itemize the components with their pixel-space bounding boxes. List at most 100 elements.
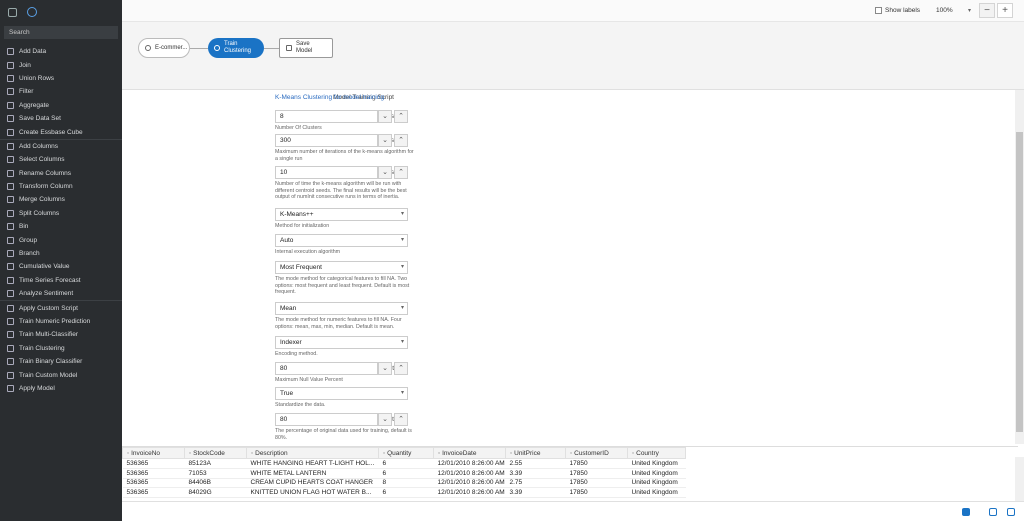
table-row[interactable]: 536365 85123A WHITE HANGING HEART T-LIGHT … (122, 458, 686, 469)
sidebar-item-union-rows[interactable]: Union Rows (0, 72, 122, 85)
field-value: 300 (280, 137, 291, 144)
table-cell: 84029G (184, 487, 247, 499)
dataflow-icon[interactable] (27, 7, 37, 17)
form-scrollbar[interactable] (1015, 90, 1024, 444)
increment-button[interactable]: ⌃ (394, 134, 408, 147)
sidebar-item-train-clustering[interactable]: Train Clustering (0, 342, 122, 355)
table-row[interactable]: 536365 71053 WHITE METAL LANTERN 6 12/01/201… (122, 468, 686, 479)
add-data-icon (7, 48, 14, 56)
sidebar-item-analyze-sentiment[interactable]: Analyze Sentiment (0, 287, 122, 300)
sidebar-item-time-series-forecast[interactable]: Time Series Forecast (0, 274, 122, 287)
table-cell: 12/01/2010 8:26:00 AM (433, 468, 506, 479)
increment-button[interactable]: ⌃ (394, 413, 408, 426)
dataflow-canvas[interactable]: E-commer... Train Clustering Save Model (122, 22, 1024, 90)
show-labels-checkbox[interactable] (875, 6, 882, 14)
script-icon (7, 304, 14, 312)
field-help-text: The percentage of original data used for… (275, 428, 412, 441)
table-cell: CREAM CUPID HEARTS COAT HANGER (246, 478, 379, 489)
flow-node-train-clustering[interactable]: Train Clustering (208, 38, 264, 58)
increment-button[interactable]: ⌃ (394, 110, 408, 123)
zoom-out-button[interactable]: − (979, 3, 995, 18)
categorical-column-imputation-select[interactable]: Most Frequent ▾ (275, 261, 408, 274)
sidebar-item-train-custom-model[interactable]: Train Custom Model (0, 368, 122, 381)
zoom-in-button[interactable]: + (997, 3, 1013, 18)
sidebar-item-save-data-set[interactable]: Save Data Set (0, 112, 122, 125)
table-view-icon[interactable] (1007, 508, 1015, 516)
decrement-button[interactable]: ⌄ (378, 413, 392, 426)
table-row[interactable]: 536365 84406B CREAM CUPID HEARTS COAT HANG… (122, 478, 686, 489)
show-labels-toggle[interactable]: Show labels (875, 5, 920, 17)
sidebar-item-add-columns[interactable]: Add Columns (0, 140, 122, 153)
standardization-select[interactable]: True ▾ (275, 387, 408, 400)
field-help-text: Maximum Null Value Percent (275, 377, 343, 383)
sidebar-item-aggregate[interactable]: Aggregate (0, 99, 122, 112)
sidebar-item-join[interactable]: Join (0, 58, 122, 71)
sidebar-item-create-essbase-cube[interactable]: Create Essbase Cube (0, 125, 122, 138)
branch-icon (7, 250, 14, 258)
sidebar-item-label: Time Series Forecast (19, 276, 81, 284)
column-header-country[interactable]: ▫ Country (627, 447, 686, 459)
sidebar-item-train-binary-classifier[interactable]: Train Binary Classifier (0, 355, 122, 368)
grid-scrollbar[interactable] (1015, 457, 1024, 501)
categorical-encoding-method-select[interactable]: Indexer ▾ (275, 336, 408, 349)
decrement-button[interactable]: ⌄ (378, 166, 392, 179)
apply-model-icon (7, 384, 14, 392)
column-header-invoicedate[interactable]: ▫ InvoiceDate (433, 447, 506, 459)
number-of-initiation-runs-input[interactable]: 10 (275, 166, 378, 179)
train-partition-percent-input[interactable]: 80 (275, 413, 378, 426)
sidebar-item-select-columns[interactable]: Select Columns (0, 153, 122, 166)
sidebar-item-add-data[interactable]: Add Data (0, 45, 122, 58)
maximum-null-value-percent-input[interactable]: 80 (275, 362, 378, 375)
table-cell: United Kingdom (627, 458, 686, 469)
column-header-unitprice[interactable]: ▫ UnitPrice (505, 447, 566, 459)
script-link[interactable]: K-Means Clustering for model training (275, 94, 384, 101)
flow-node-save-model[interactable]: Save Model (279, 38, 333, 58)
sidebar-item-apply-model[interactable]: Apply Model (0, 382, 122, 395)
field-help-text: Standardize the data. (275, 402, 326, 408)
sidebar-item-label: Bin (19, 223, 29, 231)
field-help-text: Internal execution algorithm (275, 249, 341, 255)
zoom-level[interactable]: 100% (936, 5, 953, 17)
sidebar-item-filter[interactable]: Filter (0, 85, 122, 98)
number-of-iterations-input[interactable]: 300 (275, 134, 378, 147)
sidebar-item-merge-columns[interactable]: Merge Columns (0, 193, 122, 206)
sidebar-item-rename-columns[interactable]: Rename Columns (0, 167, 122, 180)
sidebar-item-label: Train Multi-Classifier (19, 331, 78, 339)
sidebar-item-bin[interactable]: Bin (0, 220, 122, 233)
sidebar-item-cumulative-value[interactable]: Cumulative Value (0, 260, 122, 273)
number-of-clusters-input[interactable]: 8 (275, 110, 378, 123)
grid-view-icon[interactable] (989, 508, 997, 516)
sidebar-item-train-numeric-prediction[interactable]: Train Numeric Prediction (0, 315, 122, 328)
sidebar: Search Add Data Join Union Rows Filter Aggre… (0, 0, 122, 521)
sidebar-item-apply-custom-script[interactable]: Apply Custom Script (0, 301, 122, 314)
zoom-dropdown-icon[interactable]: ▾ (968, 5, 971, 17)
scrollbar-thumb[interactable] (1016, 132, 1023, 432)
column-header-stockcode[interactable]: ▫ StockCode (184, 447, 247, 459)
decrement-button[interactable]: ⌄ (378, 362, 392, 375)
increment-button[interactable]: ⌃ (394, 166, 408, 179)
sidebar-item-transform-column[interactable]: Transform Column (0, 180, 122, 193)
increment-button[interactable]: ⌃ (394, 362, 408, 375)
search-input[interactable]: Search (4, 26, 118, 39)
data-icon[interactable] (8, 7, 17, 17)
decrement-button[interactable]: ⌄ (378, 134, 392, 147)
column-header-label: CustomerID (574, 449, 609, 457)
merge-icon (7, 196, 14, 204)
sidebar-item-branch[interactable]: Branch (0, 247, 122, 260)
column-header-description[interactable]: ▫ Description (246, 447, 379, 459)
decrement-button[interactable]: ⌄ (378, 110, 392, 123)
table-row[interactable]: 536365 84029G KNITTED UNION FLAG HOT WATER… (122, 487, 686, 499)
internal-algorithm-select[interactable]: Auto ▾ (275, 234, 408, 247)
refresh-icon[interactable] (962, 508, 970, 516)
initialization-method-select[interactable]: K-Means++ ▾ (275, 208, 408, 221)
sidebar-item-split-columns[interactable]: Split Columns (0, 207, 122, 220)
sidebar-item-train-multi-classifier[interactable]: Train Multi-Classifier (0, 328, 122, 341)
table-cell: United Kingdom (627, 487, 686, 499)
flow-node-source[interactable]: E-commer... (138, 38, 190, 58)
column-header-customerid[interactable]: ▫ CustomerID (565, 447, 628, 459)
column-header-quantity[interactable]: ▫ Quantity (378, 447, 434, 459)
field-value: K-Means++ (280, 211, 314, 218)
column-header-invoiceno[interactable]: ▫ InvoiceNo (122, 447, 185, 459)
numerical-column-imputation-select[interactable]: Mean ▾ (275, 302, 408, 315)
sidebar-item-group[interactable]: Group (0, 233, 122, 246)
